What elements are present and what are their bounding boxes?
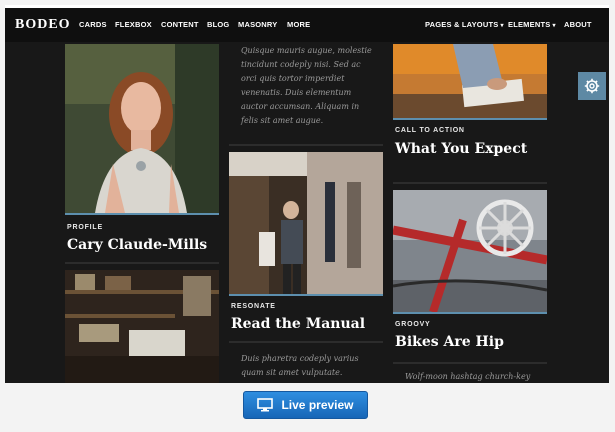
card-cta[interactable]: CALL TO ACTION What You Expect: [393, 44, 547, 184]
store-photo: [229, 152, 383, 294]
card-title[interactable]: Bikes Are Hip: [395, 333, 547, 351]
caret-down-icon: ▾: [500, 23, 504, 29]
text-block: Duis pharetra codeply varius quam sit am…: [241, 354, 359, 377]
accent-bar: [229, 294, 383, 296]
caret-down-icon: ▾: [552, 23, 556, 29]
accent-bar: [393, 312, 547, 314]
workshop-photo: [65, 270, 219, 383]
bike-photo: [393, 190, 547, 312]
card-kicker: RESONATE: [231, 303, 276, 310]
site-preview: BODEO CARDS FLEXBOX CONTENT BLOG MASONRY…: [5, 8, 609, 383]
nav-item-pages-layouts[interactable]: PAGES & LAYOUTS ▾: [425, 20, 504, 29]
accent-bar: [393, 118, 547, 120]
logo[interactable]: BODEO: [15, 17, 71, 33]
divider: [65, 262, 219, 264]
nav-item-elements[interactable]: ELEMENTS ▾: [508, 20, 556, 29]
nav-item-masonry[interactable]: MASONRY: [238, 20, 277, 29]
gear-icon: [584, 78, 600, 94]
card-title[interactable]: Cary Claude-Mills: [67, 236, 219, 254]
card-title[interactable]: What You Expect: [395, 140, 545, 158]
card-kicker: PROFILE: [67, 224, 103, 231]
nav-item-more[interactable]: MORE: [287, 20, 310, 29]
card-groovy[interactable]: GROOVY Bikes Are Hip: [393, 190, 547, 360]
card-kicker: GROOVY: [395, 321, 431, 328]
divider: [229, 144, 383, 146]
navbar: BODEO CARDS FLEXBOX CONTENT BLOG MASONRY…: [5, 8, 609, 42]
divider: [393, 182, 547, 184]
nav-item-about[interactable]: ABOUT: [564, 20, 592, 29]
text-block: Wolf-moon hashtag church-key: [405, 372, 531, 381]
card-resonate[interactable]: RESONATE Read the Manual: [229, 152, 383, 340]
live-preview-label: Live preview: [281, 398, 354, 412]
nav-item-cards[interactable]: CARDS: [79, 20, 107, 29]
monitor-icon: [257, 398, 274, 412]
divider: [229, 341, 383, 343]
profile-photo: [65, 44, 219, 213]
nav-item-label: ELEMENTS: [508, 20, 551, 29]
card-profile[interactable]: PROFILE Cary Claude-Mills: [65, 44, 219, 274]
nav-item-flexbox[interactable]: FLEXBOX: [115, 20, 152, 29]
accent-bar: [65, 213, 219, 215]
nav-item-content[interactable]: CONTENT: [161, 20, 199, 29]
card-title[interactable]: Read the Manual: [231, 315, 383, 333]
nav-item-label: PAGES & LAYOUTS: [425, 20, 499, 29]
text-block: Quisque mauris augue, molestie tincidunt…: [241, 46, 372, 125]
divider: [393, 362, 547, 364]
settings-button[interactable]: [578, 72, 606, 100]
card-workshop[interactable]: [65, 270, 219, 383]
desk-photo: [393, 44, 547, 118]
live-preview-button[interactable]: Live preview: [243, 391, 368, 419]
nav-item-blog[interactable]: BLOG: [207, 20, 229, 29]
card-kicker: CALL TO ACTION: [395, 127, 465, 134]
